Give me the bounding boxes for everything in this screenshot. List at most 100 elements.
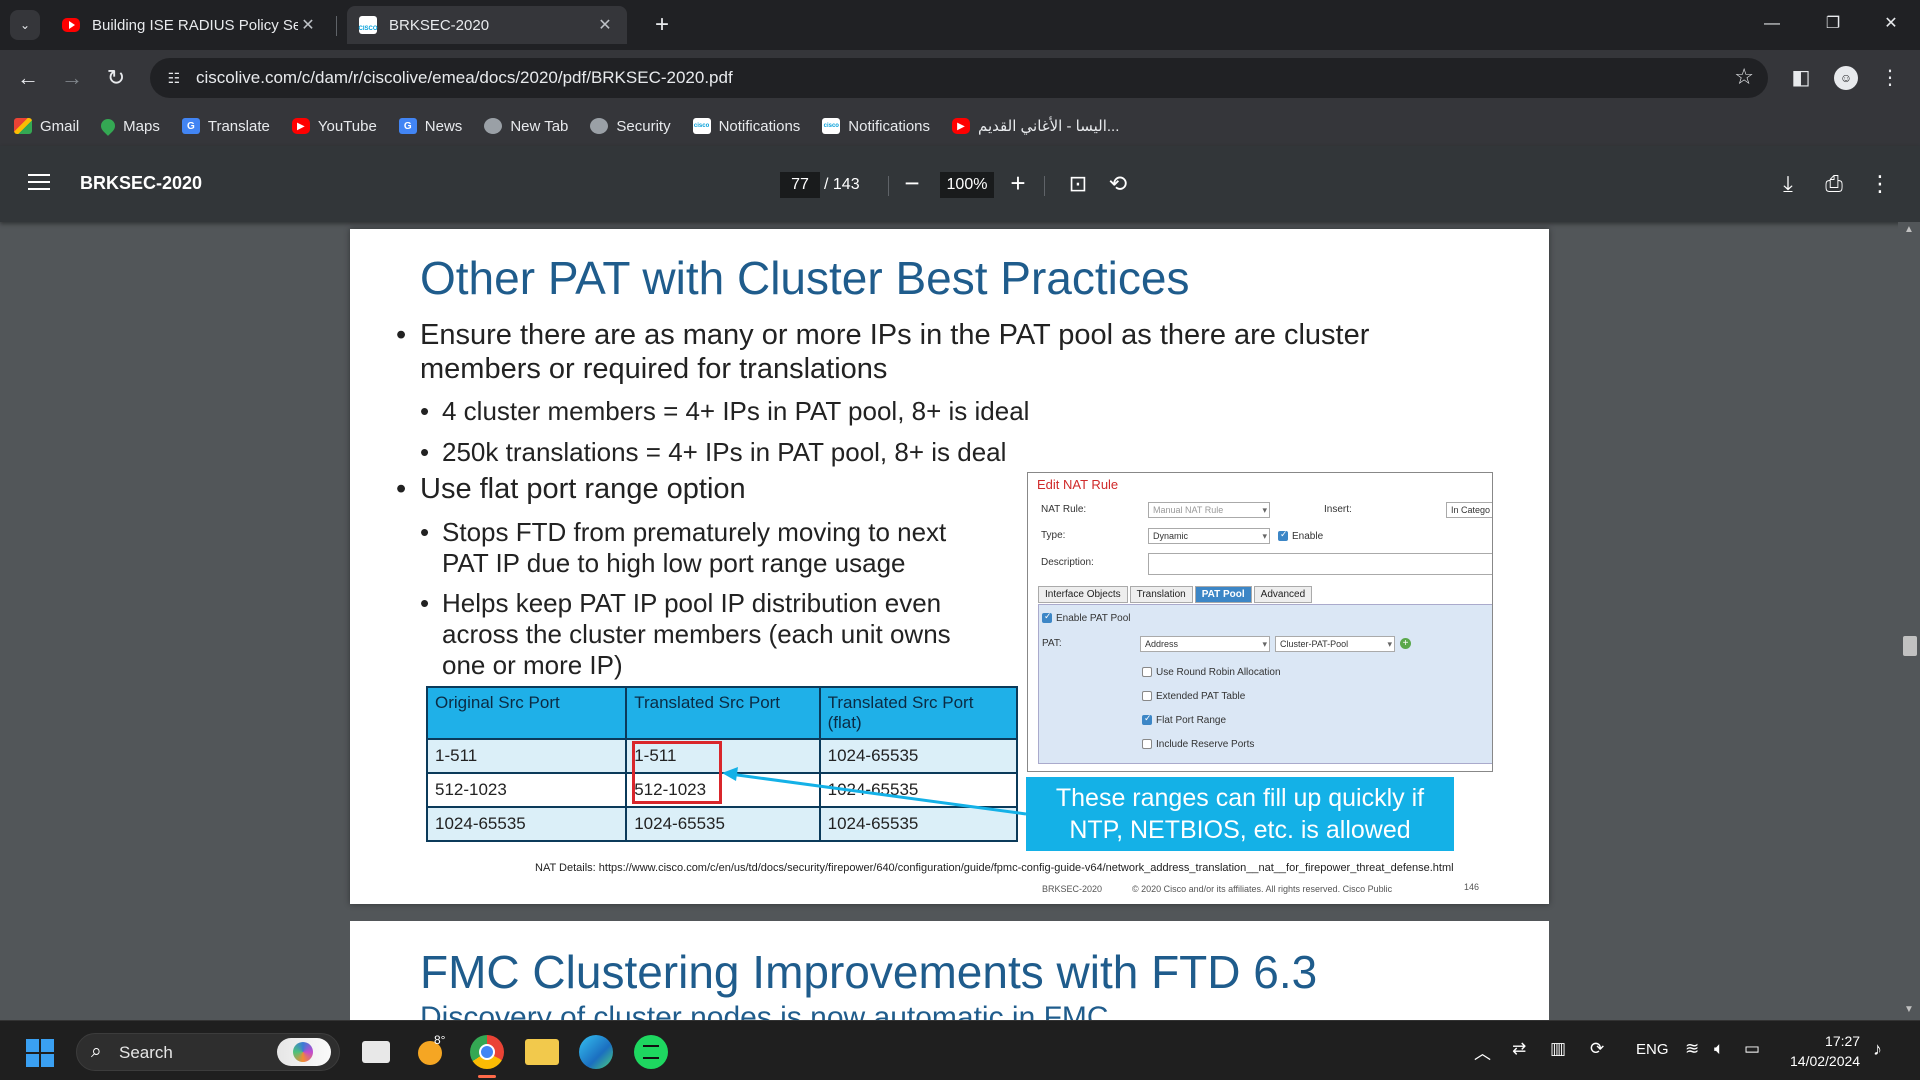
bookmark-security[interactable]: Security xyxy=(590,118,671,135)
pat-label: PAT: xyxy=(1042,638,1062,649)
forward-button[interactable]: → xyxy=(56,62,88,94)
close-tab-icon[interactable]: ✕ xyxy=(595,15,615,35)
callout-line: These ranges can fill up quickly if xyxy=(1055,784,1425,812)
url-text[interactable]: ciscolive.com/c/dam/r/ciscolive/emea/doc… xyxy=(196,68,733,88)
footer-page-number: 146 xyxy=(1464,882,1480,892)
chrome-icon[interactable] xyxy=(470,1035,504,1069)
bookmark-label: News xyxy=(424,117,463,135)
rotate-icon[interactable]: ⟲ xyxy=(1102,168,1134,200)
close-window-button[interactable]: ✕ xyxy=(1868,8,1914,40)
menu-kebab-icon[interactable]: ⋮ xyxy=(1874,62,1906,94)
page-number-input[interactable]: 77 xyxy=(780,172,820,198)
bookmarks-bar: Gmail Maps G Translate ▶ YouTube G News New… xyxy=(0,106,1920,146)
fit-page-icon[interactable]: ⊡ xyxy=(1062,168,1094,200)
cisco-icon: cisco xyxy=(822,118,841,134)
cisco-icon: cisco xyxy=(692,118,711,134)
more-options-icon[interactable]: ⋮ xyxy=(1864,168,1896,200)
restore-button[interactable]: ❐ xyxy=(1810,8,1856,40)
page-total: / 143 xyxy=(824,176,860,193)
tray-app-icon[interactable]: ▥ xyxy=(1550,1039,1566,1059)
extended-pat-label: Extended PAT Table xyxy=(1156,691,1246,702)
bookmark-translate[interactable]: G Translate xyxy=(181,117,270,135)
pat-type-select: Address xyxy=(1140,636,1270,652)
enable-pat-pool-checkbox xyxy=(1042,611,1052,623)
volume-icon[interactable]: 🔈︎ xyxy=(1714,1039,1724,1059)
task-view-icon[interactable] xyxy=(362,1041,390,1063)
profile-avatar[interactable]: ☺ xyxy=(1834,66,1858,90)
scroll-up-icon[interactable]: ▲ xyxy=(1900,224,1918,235)
tab-search-button[interactable]: ⌄ xyxy=(10,10,40,40)
zoom-out-button[interactable]: − xyxy=(898,170,926,198)
clock[interactable]: 17:27 14/02/2024 xyxy=(1790,1031,1860,1071)
table-header: Translated Src Port (flat) xyxy=(818,686,1019,740)
bullet-2b-continuation: one or more IP) xyxy=(442,650,623,680)
bookmark-youtube[interactable]: ▶ YouTube xyxy=(291,117,377,135)
bookmark-new-tab[interactable]: New Tab xyxy=(484,118,568,135)
address-bar[interactable]: ☷ ciscolive.com/c/dam/r/ciscolive/emea/d… xyxy=(150,58,1768,98)
spotify-icon[interactable] xyxy=(634,1035,668,1069)
table-cell: 1-511 xyxy=(425,738,628,774)
pdf-page-next: FMC Clustering Improvements with FTD 6.3… xyxy=(350,921,1549,1031)
wifi-icon[interactable]: ≋ xyxy=(1685,1039,1699,1059)
chevron-up-icon[interactable]: ︿ xyxy=(1474,1039,1491,1064)
enable-pat-pool-label: Enable PAT Pool xyxy=(1056,613,1131,624)
bookmark-label: Maps xyxy=(123,117,160,135)
tab-brksec[interactable]: CISCO BRKSEC-2020 ✕ xyxy=(347,6,627,44)
bookmark-elissa[interactable]: ▶ اليسا - الأغاني القديم... xyxy=(952,117,1119,135)
print-icon[interactable]: ⎙ xyxy=(1818,168,1850,200)
bookmark-gmail[interactable]: Gmail xyxy=(14,118,79,135)
pdf-scrollbar[interactable] xyxy=(1898,222,1920,1020)
bullet-1b: 250k translations = 4+ IPs in PAT pool, … xyxy=(420,437,1006,468)
site-info-icon[interactable]: ☷ xyxy=(162,66,186,90)
copilot-icon[interactable] xyxy=(277,1038,331,1066)
scroll-thumb[interactable] xyxy=(1903,636,1917,656)
tab-title: Building ISE RADIUS Policy Sets xyxy=(92,16,298,34)
bookmark-notifications-2[interactable]: cisco Notifications xyxy=(822,118,930,135)
tab-ise-radius[interactable]: Building ISE RADIUS Policy Sets ✕ xyxy=(50,6,330,44)
bookmark-label: Notifications xyxy=(718,117,801,135)
reload-button[interactable]: ↻ xyxy=(100,62,132,94)
nat-tab-translation: Translation xyxy=(1129,586,1193,603)
taskbar-search[interactable]: ⌕ Search xyxy=(76,1033,340,1071)
zoom-input[interactable]: 100% xyxy=(940,172,994,198)
bookmark-news[interactable]: G News xyxy=(398,117,463,135)
new-tab-button[interactable]: + xyxy=(648,12,676,40)
bookmark-star-icon[interactable]: ☆ xyxy=(1734,64,1754,90)
back-button[interactable]: ← xyxy=(12,62,44,94)
bookmark-label: YouTube xyxy=(317,117,377,135)
language-indicator[interactable]: ENG xyxy=(1636,1041,1669,1058)
maps-icon xyxy=(98,116,119,136)
bookmark-label: Translate xyxy=(207,117,270,135)
search-label: Search xyxy=(119,1043,173,1062)
notification-bell-icon[interactable]: ♪ xyxy=(1873,1039,1882,1060)
bullet-2b: Helps keep PAT IP pool IP distribution e… xyxy=(420,588,941,619)
globe-icon xyxy=(484,118,503,134)
windows-taskbar: ⌕ Search 8° ︿ ⇄ ▥ ⟳ ENG ≋ 🔈︎ ▭ 17:27 14/… xyxy=(0,1020,1920,1080)
table-header: Translated Src Port xyxy=(625,686,821,740)
highlight-box xyxy=(632,741,722,804)
reserve-ports-label: Include Reserve Ports xyxy=(1156,739,1255,750)
bookmark-maps[interactable]: Maps xyxy=(98,116,160,136)
tray-settings-icon[interactable]: ⇄ xyxy=(1512,1039,1526,1059)
download-icon[interactable]: ⤓ xyxy=(1772,168,1804,200)
menu-icon[interactable] xyxy=(28,174,50,192)
edge-icon[interactable] xyxy=(579,1035,613,1069)
browser-toolbar: ← → ↻ ☷ ciscolive.com/c/dam/r/ciscolive/… xyxy=(0,50,1920,106)
insert-label: Insert: xyxy=(1324,504,1352,515)
minimize-button[interactable]: — xyxy=(1749,8,1795,40)
pdf-title: BRKSEC-2020 xyxy=(80,173,203,193)
side-panel-icon[interactable]: ◧ xyxy=(1785,62,1817,94)
close-tab-icon[interactable]: ✕ xyxy=(298,15,318,35)
scroll-down-icon[interactable]: ▼ xyxy=(1900,1004,1918,1015)
youtube-icon xyxy=(62,18,80,32)
bookmark-notifications-1[interactable]: cisco Notifications xyxy=(692,117,801,135)
battery-icon[interactable]: ▭ xyxy=(1744,1039,1760,1059)
flat-port-range-checkbox xyxy=(1142,713,1152,725)
footnote-link[interactable]: NAT Details: https://www.cisco.com/c/en/… xyxy=(535,862,1454,874)
round-robin-label: Use Round Robin Allocation xyxy=(1156,667,1281,678)
pdf-page-slide: Other PAT with Cluster Best Practices En… xyxy=(350,229,1549,904)
windows-start-icon[interactable] xyxy=(26,1039,54,1067)
file-explorer-icon[interactable] xyxy=(525,1039,559,1065)
zoom-in-button[interactable]: + xyxy=(1004,170,1032,198)
sync-icon[interactable]: ⟳ xyxy=(1590,1039,1604,1059)
